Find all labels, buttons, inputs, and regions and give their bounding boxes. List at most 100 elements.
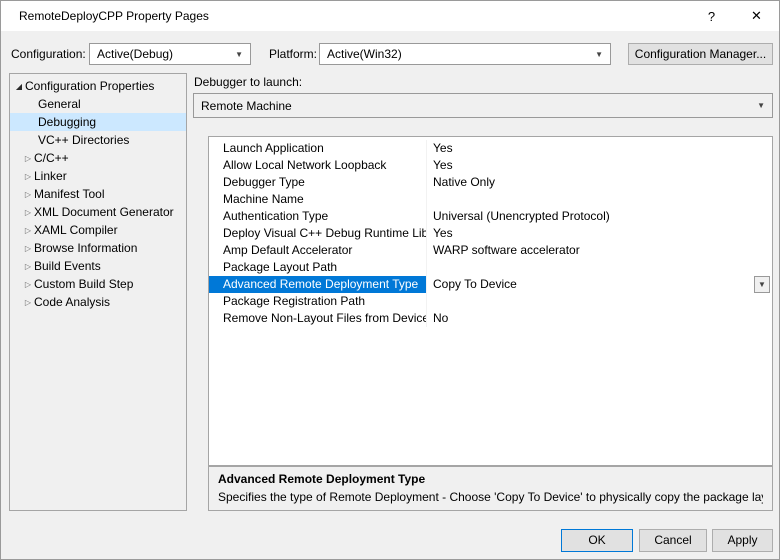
tree-collapsed-icon: ▷: [24, 189, 32, 199]
property-row-debugger-type[interactable]: Debugger Type Native Only: [209, 174, 772, 191]
property-row-package-registration-path[interactable]: Package Registration Path: [209, 293, 772, 310]
tree-item-browse-information[interactable]: ▷ Browse Information: [10, 239, 186, 257]
property-value[interactable]: [427, 191, 772, 208]
property-value[interactable]: [427, 259, 772, 276]
tree-item-label: Custom Build Step: [34, 277, 134, 291]
tree-item-xaml-compiler[interactable]: ▷ XAML Compiler: [10, 221, 186, 239]
tree-collapsed-icon: ▷: [24, 207, 32, 217]
property-row-launch-application[interactable]: Launch Application Yes: [209, 140, 772, 157]
tree-item-label: Manifest Tool: [34, 187, 105, 201]
debugger-to-launch-label: Debugger to launch:: [194, 75, 303, 89]
tree-expanded-icon: ◢: [15, 81, 23, 91]
tree-item-code-analysis[interactable]: ▷ Code Analysis: [10, 293, 186, 311]
configuration-tree: ◢ Configuration Properties General Debug…: [9, 73, 187, 511]
close-icon: ✕: [751, 8, 762, 23]
tree-collapsed-icon: ▷: [24, 261, 32, 271]
property-row-advanced-remote-deployment-type[interactable]: Advanced Remote Deployment Type Copy To …: [209, 276, 772, 293]
tree-item-label: VC++ Directories: [38, 133, 130, 147]
description-text: Specifies the type of Remote Deployment …: [218, 490, 763, 504]
property-value[interactable]: Copy To Device: [427, 276, 772, 293]
chevron-down-icon: ▼: [235, 49, 243, 59]
tree-item-label: Configuration Properties: [25, 79, 155, 93]
property-value[interactable]: No: [427, 310, 772, 327]
property-name: Remove Non-Layout Files from Device: [209, 310, 427, 327]
apply-button[interactable]: Apply: [712, 529, 773, 552]
property-name: Machine Name: [209, 191, 427, 208]
tree-item-label: XML Document Generator: [34, 205, 174, 219]
title-bar: RemoteDeployCPP Property Pages ? ✕: [1, 1, 779, 31]
tree-collapsed-icon: ▷: [24, 279, 32, 289]
tree-item-manifest-tool[interactable]: ▷ Manifest Tool: [10, 185, 186, 203]
tree-collapsed-icon: ▷: [24, 243, 32, 253]
tree-collapsed-icon: ▷: [24, 153, 32, 163]
property-name: Advanced Remote Deployment Type: [209, 276, 427, 293]
help-icon: ?: [707, 8, 716, 24]
property-value[interactable]: Yes: [427, 157, 772, 174]
tree-item-label: C/C++: [34, 151, 69, 165]
tree-item-label: Browse Information: [34, 241, 138, 255]
property-value[interactable]: [427, 293, 772, 310]
platform-label: Platform:: [269, 47, 318, 61]
chevron-down-icon: ▼: [757, 101, 765, 110]
property-value[interactable]: WARP software accelerator: [427, 242, 772, 259]
tree-item-build-events[interactable]: ▷ Build Events: [10, 257, 186, 275]
window-title: RemoteDeployCPP Property Pages: [19, 9, 209, 23]
tree-item-label: Build Events: [34, 259, 101, 273]
configuration-label: Configuration:: [11, 47, 86, 61]
tree-item-vcpp-directories[interactable]: VC++ Directories: [10, 131, 186, 149]
tree-item-label: Debugging: [38, 115, 97, 129]
property-name: Package Layout Path: [209, 259, 427, 276]
property-row-allow-local-network-loopback[interactable]: Allow Local Network Loopback Yes: [209, 157, 772, 174]
platform-select-value: Active(Win32): [327, 47, 402, 61]
debugger-select-value: Remote Machine: [201, 98, 292, 113]
chevron-down-icon: ▼: [758, 280, 766, 289]
chevron-down-icon: ▼: [595, 49, 603, 59]
configuration-select[interactable]: Active(Debug) ▼: [89, 43, 251, 65]
property-row-remove-non-layout-files[interactable]: Remove Non-Layout Files from Device No: [209, 310, 772, 327]
property-row-amp-default-accelerator[interactable]: Amp Default Accelerator WARP software ac…: [209, 242, 772, 259]
property-value[interactable]: Yes: [427, 140, 772, 157]
property-name: Deploy Visual C++ Debug Runtime Librari: [209, 225, 427, 242]
tree-item-c-cpp[interactable]: ▷ C/C++: [10, 149, 186, 167]
tree-item-debugging[interactable]: Debugging: [10, 113, 186, 131]
description-title: Advanced Remote Deployment Type: [218, 472, 426, 486]
tree-item-label: General: [38, 97, 81, 111]
value-dropdown-button[interactable]: ▼: [754, 276, 770, 293]
tree-item-label: XAML Compiler: [34, 223, 118, 237]
close-button[interactable]: ✕: [734, 1, 779, 31]
property-grid: Launch Application Yes Allow Local Netwo…: [208, 136, 773, 466]
tree-item-linker[interactable]: ▷ Linker: [10, 167, 186, 185]
property-value[interactable]: Native Only: [427, 174, 772, 191]
tree-item-general[interactable]: General: [10, 95, 186, 113]
ok-button[interactable]: OK: [561, 529, 633, 552]
property-row-deploy-debug-runtime-libraries[interactable]: Deploy Visual C++ Debug Runtime Librari …: [209, 225, 772, 242]
property-pages-dialog: RemoteDeployCPP Property Pages ? ✕ Confi…: [0, 0, 780, 560]
property-value[interactable]: Yes: [427, 225, 772, 242]
tree-item-label: Code Analysis: [34, 295, 111, 309]
property-row-machine-name[interactable]: Machine Name: [209, 191, 772, 208]
platform-select[interactable]: Active(Win32) ▼: [319, 43, 611, 65]
tree-collapsed-icon: ▷: [24, 297, 32, 307]
property-name: Debugger Type: [209, 174, 427, 191]
configuration-manager-button[interactable]: Configuration Manager...: [628, 43, 773, 65]
property-name: Allow Local Network Loopback: [209, 157, 427, 174]
property-row-package-layout-path[interactable]: Package Layout Path: [209, 259, 772, 276]
tree-item-custom-build-step[interactable]: ▷ Custom Build Step: [10, 275, 186, 293]
tree-item-xml-document-generator[interactable]: ▷ XML Document Generator: [10, 203, 186, 221]
property-name: Launch Application: [209, 140, 427, 157]
tree-collapsed-icon: ▷: [24, 225, 32, 235]
property-name: Amp Default Accelerator: [209, 242, 427, 259]
property-name: Package Registration Path: [209, 293, 427, 310]
tree-item-label: Linker: [34, 169, 67, 183]
help-button[interactable]: ?: [689, 1, 734, 31]
cancel-button[interactable]: Cancel: [639, 529, 707, 552]
property-description-panel: Advanced Remote Deployment Type Specifie…: [208, 466, 773, 511]
debugger-select[interactable]: Remote Machine ▼: [193, 93, 773, 118]
property-value[interactable]: Universal (Unencrypted Protocol): [427, 208, 772, 225]
configuration-select-value: Active(Debug): [97, 47, 174, 61]
window-controls: ? ✕: [689, 1, 779, 31]
property-row-authentication-type[interactable]: Authentication Type Universal (Unencrypt…: [209, 208, 772, 225]
tree-item-configuration-properties[interactable]: ◢ Configuration Properties: [10, 77, 186, 95]
property-name: Authentication Type: [209, 208, 427, 225]
tree-collapsed-icon: ▷: [24, 171, 32, 181]
